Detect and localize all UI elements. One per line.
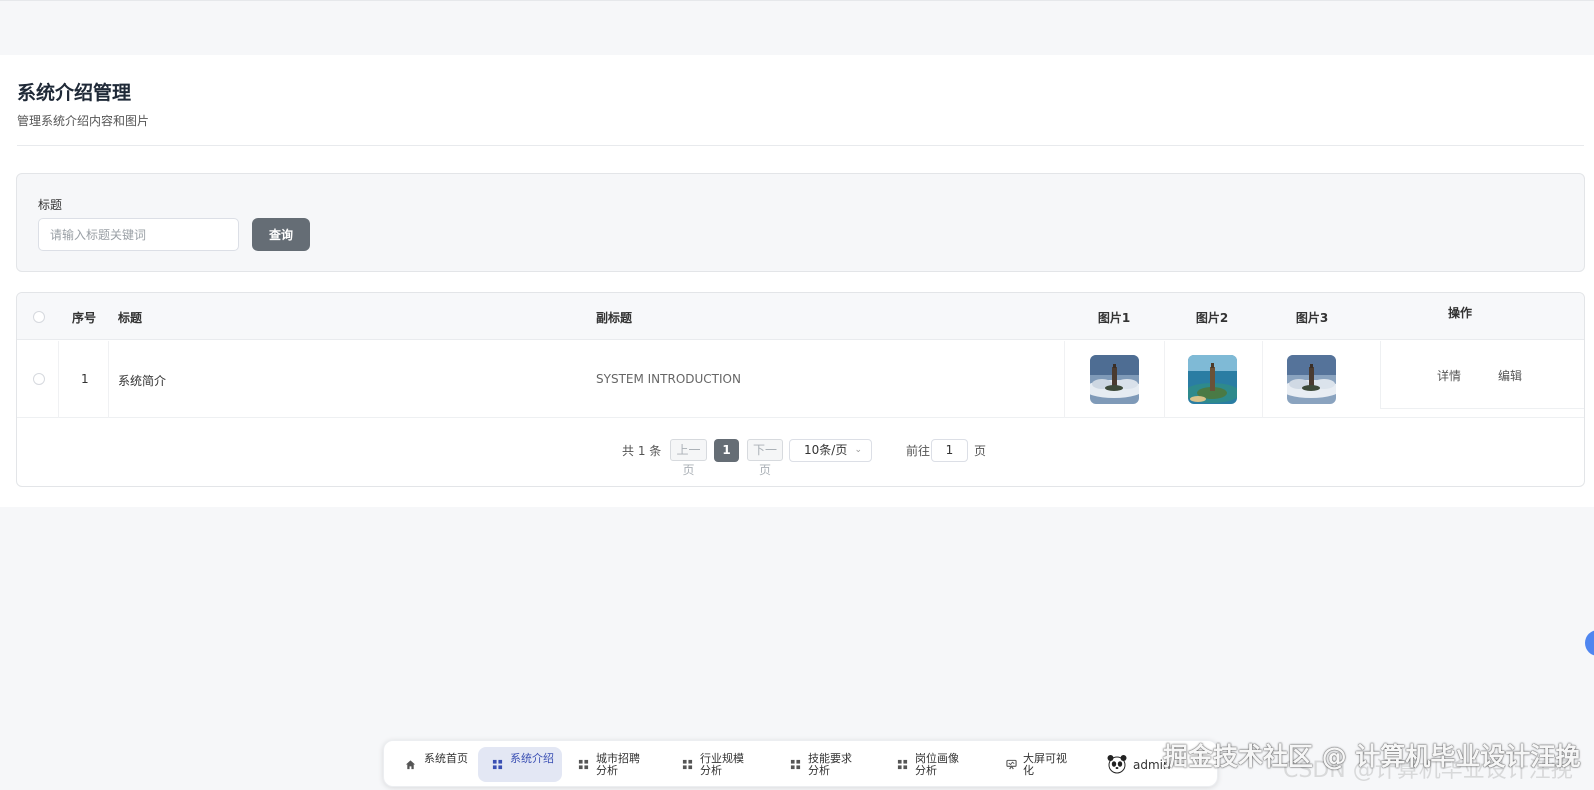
goto-prefix: 前往 [906, 444, 931, 458]
grid-icon [492, 759, 503, 770]
table-row: 1 系统简介 SYSTEM INTRODUCTION 详情 编辑 [17, 341, 1584, 418]
cell-divider [1164, 341, 1165, 418]
detail-button[interactable]: 详情 [1437, 367, 1461, 384]
grid-icon [897, 759, 908, 770]
nav-item-big-screen[interactable]: 大屏可视化 [997, 747, 1089, 782]
nav-item-job-profile[interactable]: 岗位画像分析 [889, 747, 985, 782]
cell-divider [58, 341, 59, 418]
goto-suffix: 页 [974, 444, 987, 458]
cell-divider [1262, 341, 1263, 418]
nav-item-skill-requirements[interactable]: 技能要求分析 [782, 747, 878, 782]
page-size-select[interactable]: 10条/页 ⌄ [789, 439, 872, 462]
nav-item-industry-scale[interactable]: 行业规模分析 [674, 747, 770, 782]
title-search-input[interactable] [38, 218, 239, 251]
search-label: 标题 [38, 198, 63, 212]
page-1-button[interactable]: 1 [714, 439, 739, 462]
grid-icon [682, 759, 693, 770]
header-index: 序号 [71, 311, 97, 325]
screen-icon [1006, 759, 1017, 770]
home-icon [405, 760, 416, 770]
page-size-value: 10条/页 [804, 443, 848, 457]
row-checkbox[interactable] [33, 373, 45, 385]
nav-label: 技能要求分析 [808, 752, 852, 777]
nav-label: 大屏可视化 [1023, 752, 1067, 777]
panda-avatar [1107, 755, 1127, 774]
query-button[interactable]: 查询 [252, 218, 310, 251]
nav-label: 岗位画像分析 [915, 752, 959, 777]
nav-label: 系统介绍 [510, 752, 554, 765]
header-image2: 图片2 [1195, 311, 1229, 325]
data-table: 序号 标题 副标题 图片1 图片2 图片3 操作 1 系统简介 SYSTEM I… [16, 292, 1585, 487]
floating-action-button[interactable] [1585, 630, 1594, 656]
image3-thumbnail[interactable] [1287, 355, 1336, 404]
image1-thumbnail[interactable] [1090, 355, 1139, 404]
image2-thumbnail[interactable] [1188, 355, 1237, 404]
header-image3: 图片3 [1295, 311, 1329, 325]
select-all-checkbox[interactable] [33, 311, 45, 323]
nav-item-city-recruitment[interactable]: 城市招聘分析 [570, 747, 662, 782]
goto-page-input[interactable]: 1 [931, 439, 968, 462]
pagination-total: 共 1 条 [622, 444, 662, 458]
header-image1: 图片1 [1097, 311, 1131, 325]
next-page-button[interactable]: 下一页 [747, 439, 783, 477]
header-subtitle: 副标题 [596, 311, 633, 325]
grid-icon [790, 759, 801, 770]
search-panel: 标题 查询 [16, 173, 1585, 272]
actions-cell: 详情 编辑 [1380, 341, 1584, 409]
prev-page-button[interactable]: 上一页 [670, 439, 707, 477]
row-title: 系统简介 [118, 374, 167, 388]
nav-label: 城市招聘分析 [596, 752, 640, 777]
nav-label: 系统首页 [424, 752, 468, 765]
cell-divider [1064, 341, 1065, 418]
row-index: 1 [81, 372, 89, 386]
row-subtitle: SYSTEM INTRODUCTION [596, 372, 741, 386]
header-title: 标题 [118, 311, 143, 325]
top-bar [0, 0, 1594, 55]
header-actions: 操作 [1447, 306, 1473, 320]
bottom-dock-nav: 系统首页 系统介绍 城市招聘分析 行业规模分析 技能要求分析 岗位画像分析 大屏… [383, 740, 1218, 787]
chevron-down-icon: ⌄ [854, 445, 862, 455]
watermark: 掘金技术社区 @ 计算机毕业设计汪挽 [1163, 742, 1581, 771]
nav-label: 行业规模分析 [700, 752, 744, 777]
nav-item-system-intro[interactable]: 系统介绍 [478, 747, 562, 782]
cell-divider [108, 341, 109, 418]
nav-item-home[interactable]: 系统首页 [392, 747, 470, 782]
grid-icon [578, 759, 589, 770]
table-header: 序号 标题 副标题 图片1 图片2 图片3 操作 [17, 293, 1584, 340]
header-divider [17, 145, 1584, 146]
edit-button[interactable]: 编辑 [1498, 367, 1522, 384]
page-subtitle: 管理系统介绍内容和图片 [17, 114, 150, 128]
page-title: 系统介绍管理 [17, 82, 132, 104]
